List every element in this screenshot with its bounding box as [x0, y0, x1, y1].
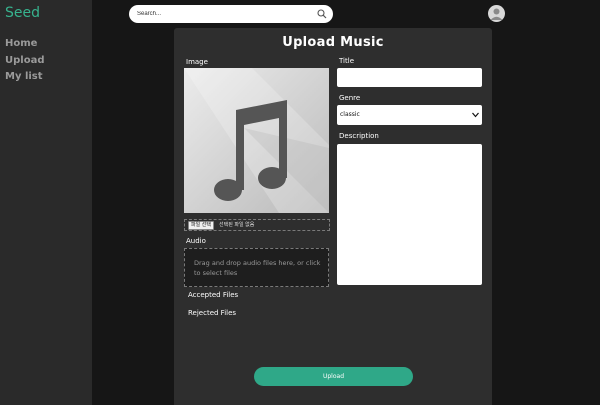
search-bar	[129, 5, 333, 23]
description-label: Description	[339, 132, 379, 140]
sidebar-item-upload[interactable]: Upload	[5, 53, 44, 70]
sidebar-nav: Home Upload My list	[5, 36, 44, 86]
search-icon[interactable]	[317, 9, 327, 19]
sidebar-item-home[interactable]: Home	[5, 36, 44, 53]
cover-image-preview[interactable]	[184, 68, 329, 213]
upload-button[interactable]: Upload	[254, 367, 413, 386]
choose-file-button[interactable]: 파일 선택	[188, 221, 214, 230]
accepted-files-label: Accepted Files	[188, 291, 239, 299]
title-label: Title	[339, 57, 355, 65]
page-title: Upload Music	[282, 35, 384, 50]
image-label: Image	[186, 58, 208, 66]
sidebar-item-my-list[interactable]: My list	[5, 69, 44, 86]
genre-selected-value: classic	[340, 111, 360, 118]
app-logo[interactable]: Seed	[5, 5, 40, 21]
dropzone-text: Drag and drop audio files here, or click…	[194, 259, 321, 277]
rejected-files-label: Rejected Files	[188, 309, 237, 317]
search-input[interactable]	[137, 8, 307, 20]
chevron-down-icon	[472, 112, 479, 118]
genre-label: Genre	[339, 94, 361, 102]
upload-form-panel: Upload Music Image 파일 선택 선택된 파일 없음 Audio	[174, 28, 492, 405]
file-status-text: 선택된 파일 없음	[219, 222, 255, 228]
genre-select[interactable]: classic	[337, 105, 482, 125]
title-input[interactable]	[337, 68, 482, 87]
sidebar: Seed Home Upload My list	[0, 0, 92, 405]
description-textarea[interactable]	[337, 144, 482, 285]
user-avatar-icon[interactable]	[488, 5, 505, 22]
audio-label: Audio	[186, 237, 206, 245]
image-file-input[interactable]: 파일 선택 선택된 파일 없음	[184, 219, 330, 231]
audio-dropzone[interactable]: Drag and drop audio files here, or click…	[184, 248, 329, 287]
